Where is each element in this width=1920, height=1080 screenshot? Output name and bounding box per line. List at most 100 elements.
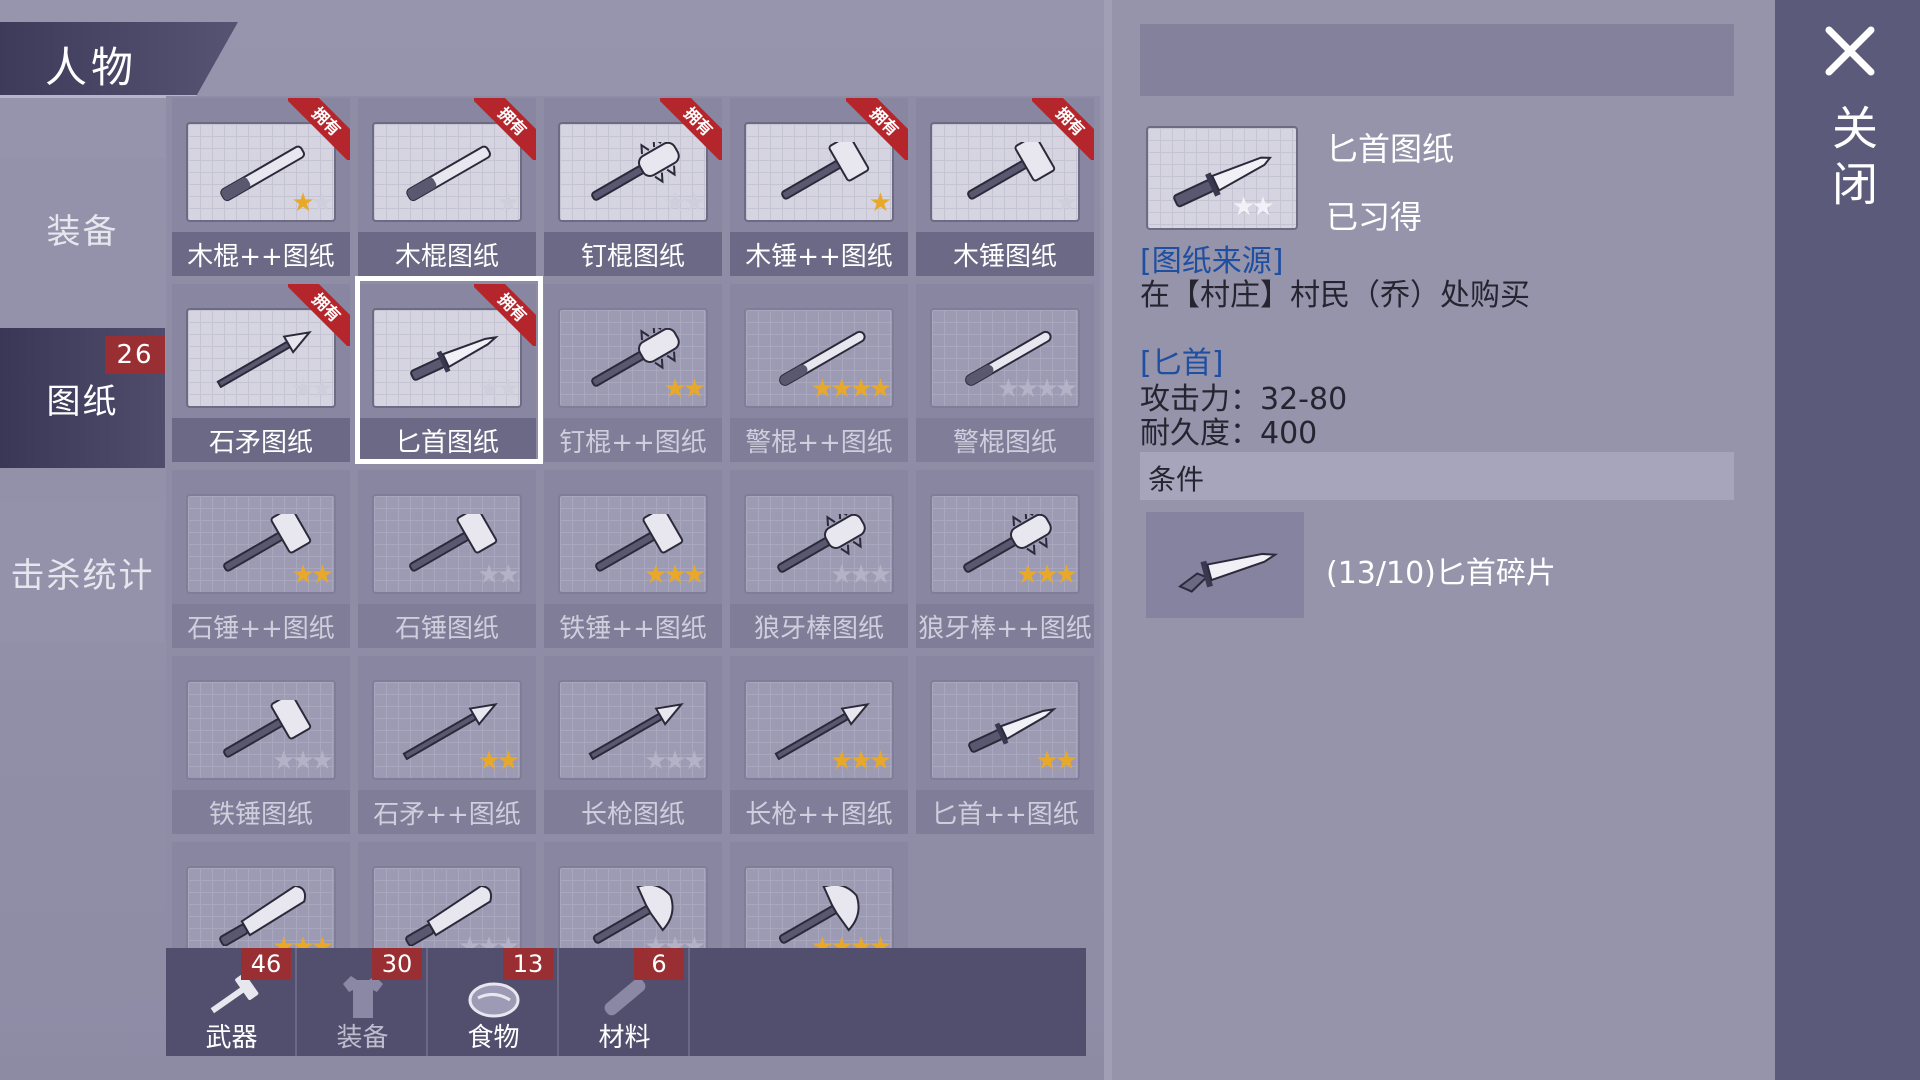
sidebar-item-blueprints[interactable]: 图纸 26 [0, 328, 165, 468]
blueprint-cell[interactable]: ★★★ 长枪图纸 [544, 656, 722, 834]
blueprint-cell[interactable]: ★ 拥有木锤图纸 [916, 98, 1094, 276]
rarity-stars: ★★ [291, 188, 334, 218]
blueprint-cell[interactable]: ★★★ 狼牙棒++图纸 [916, 470, 1094, 648]
blueprint-cell[interactable]: ★★ 石矛++图纸 [358, 656, 536, 834]
blueprint-label: 木棍图纸 [358, 232, 536, 276]
category-tab[interactable]: 30 装备 [297, 948, 428, 1056]
blueprint-grid: ★★ 拥有 木棍++图纸 ★ 拥有 木棍图纸 ★★ 拥有 钉棍图纸 ★ 拥有 木锤++图纸 ★ 拥有 木锤图… [166, 96, 1100, 948]
blueprint-cell[interactable]: ★★★ 铁锤图纸 [172, 656, 350, 834]
detail-header-bar [1140, 24, 1734, 96]
close-sidebar[interactable]: 关闭 [1775, 0, 1920, 1080]
rarity-stars: ★★★ [830, 746, 892, 776]
blueprint-label: 警棍图纸 [916, 418, 1094, 462]
category-tab-label: 装备 [336, 1023, 389, 1053]
detail-status: 已习得 [1326, 198, 1423, 236]
blueprint-cell[interactable]: ★★★ [172, 842, 350, 948]
rarity-stars: ★★★ [272, 932, 334, 948]
blueprint-cell[interactable]: ★ 拥有木锤++图纸 [730, 98, 908, 276]
rarity-stars: ★★ [291, 374, 334, 404]
blueprint-cell[interactable]: ★★★★ [730, 842, 908, 948]
blueprint-count-badge: 26 [105, 336, 165, 374]
category-count-badge: 13 [503, 948, 553, 980]
blueprint-cell[interactable]: ★★★ 狼牙棒图纸 [730, 470, 908, 648]
blueprint-label: 钉棍++图纸 [544, 418, 722, 462]
blueprint-cell[interactable]: ★★★ 长枪++图纸 [730, 656, 908, 834]
owned-ribbon-text: 拥有 [660, 98, 722, 160]
owned-ribbon: 拥有 [288, 98, 350, 160]
owned-ribbon: 拥有 [1032, 98, 1094, 160]
category-tab-label: 材料 [598, 1023, 651, 1053]
blueprint-cell[interactable]: ★★ 石锤图纸 [358, 470, 536, 648]
blueprint-label: 钉棍图纸 [544, 232, 722, 276]
owned-ribbon-text: 拥有 [288, 98, 350, 160]
category-tab-label: 食物 [467, 1023, 520, 1053]
blueprint-cell[interactable]: ★★ 拥有 匕首图纸 [358, 284, 536, 462]
blueprint-label: 铁锤++图纸 [544, 604, 722, 648]
owned-ribbon: 拥有 [660, 98, 722, 160]
category-tab-label: 武器 [205, 1023, 258, 1053]
category-count-badge: 6 [634, 948, 684, 980]
close-icon[interactable] [1823, 24, 1877, 78]
title-tab: 人物 [0, 22, 238, 98]
blueprint-label: 石锤++图纸 [172, 604, 350, 648]
dagger-fragment-icon [1178, 552, 1279, 593]
rarity-stars: ★★★ [272, 746, 334, 776]
rarity-stars: ★ [496, 188, 520, 218]
rarity-stars: ★★ [663, 188, 706, 218]
blueprint-cell[interactable]: ★★★★ 警棍++图纸 [730, 284, 908, 462]
owned-ribbon-text: 拥有 [474, 284, 536, 346]
category-tab[interactable]: 46 武器 [166, 948, 297, 1056]
blueprint-label: 木锤图纸 [916, 232, 1094, 276]
rarity-stars: ★★★ [830, 560, 892, 590]
rarity-stars: ★★★★ [996, 374, 1078, 404]
blueprint-cell[interactable]: ★★ 石锤++图纸 [172, 470, 350, 648]
blueprint-label: 狼牙棒图纸 [730, 604, 908, 648]
condition-label: 条件 [1148, 463, 1205, 496]
blueprint-label: 石矛图纸 [172, 418, 350, 462]
rarity-stars: ★★★ [1016, 560, 1078, 590]
rarity-stars: ★★★★ [810, 932, 892, 948]
sidebar-item-kill-stats[interactable]: 击杀统计 [0, 502, 165, 642]
blueprint-label: 长枪++图纸 [730, 790, 908, 834]
owned-ribbon-text: 拥有 [846, 98, 908, 160]
owned-ribbon: 拥有 [474, 98, 536, 160]
close-button-label[interactable]: 关闭 [1819, 104, 1885, 216]
rarity-stars: ★★★ [644, 560, 706, 590]
rarity-stars: ★★★ [458, 932, 520, 948]
blueprint-cell[interactable]: ★★ 拥有木棍++图纸 [172, 98, 350, 276]
blueprint-cell[interactable]: ★★ 拥有钉棍图纸 [544, 98, 722, 276]
blueprint-cell[interactable]: ★ 拥有木棍图纸 [358, 98, 536, 276]
source-text: 在【村庄】村民（乔）处购买 [1140, 278, 1530, 313]
blueprint-cell[interactable]: ★★★ 铁锤++图纸 [544, 470, 722, 648]
blueprint-cell[interactable]: ★★★ [358, 842, 536, 948]
blueprint-label: 铁锤图纸 [172, 790, 350, 834]
bottom-strip [0, 1056, 1104, 1080]
blueprint-label: 木棍++图纸 [172, 232, 350, 276]
category-tab[interactable]: 13 食物 [428, 948, 559, 1056]
blueprint-cell[interactable]: ★★ 拥有 石矛图纸 [172, 284, 350, 462]
rarity-stars: ★★ [477, 746, 520, 776]
blueprint-label: 木锤++图纸 [730, 232, 908, 276]
detail-panel: ★★ 匕首图纸 已习得 [图纸来源] 在【村庄】村民（乔）处购买 [匕首] 攻击… [1112, 0, 1775, 1080]
blueprint-cell[interactable]: ★★★★ 警棍图纸 [916, 284, 1094, 462]
material-slot[interactable] [1146, 512, 1304, 618]
blueprint-label: 警棍++图纸 [730, 418, 908, 462]
blueprint-label: 石锤图纸 [358, 604, 536, 648]
sidebar-item-equipment[interactable]: 装备 [0, 158, 165, 298]
blueprint-cell[interactable]: ★★ 钉棍++图纸 [544, 284, 722, 462]
rarity-stars: ★ [868, 188, 892, 218]
owned-ribbon-text: 拥有 [474, 98, 536, 160]
blueprint-label: 狼牙棒++图纸 [916, 604, 1094, 648]
blueprint-cell[interactable]: ★★★ [544, 842, 722, 948]
rarity-stars: ★ [1054, 188, 1078, 218]
panel-divider [1104, 0, 1112, 1080]
blueprint-cell[interactable]: ★★ 匕首++图纸 [916, 656, 1094, 834]
category-tab[interactable]: 6 材料 [559, 948, 690, 1056]
rarity-stars: ★★ [477, 560, 520, 590]
dagger-icon [1173, 156, 1272, 208]
detail-thumbnail [1146, 126, 1298, 230]
sidebar-item-label: 图纸 [46, 381, 119, 422]
blueprint-label: 匕首图纸 [358, 418, 536, 462]
detail-name: 匕首图纸 [1326, 130, 1455, 168]
condition-header: 条件 [1140, 452, 1734, 500]
